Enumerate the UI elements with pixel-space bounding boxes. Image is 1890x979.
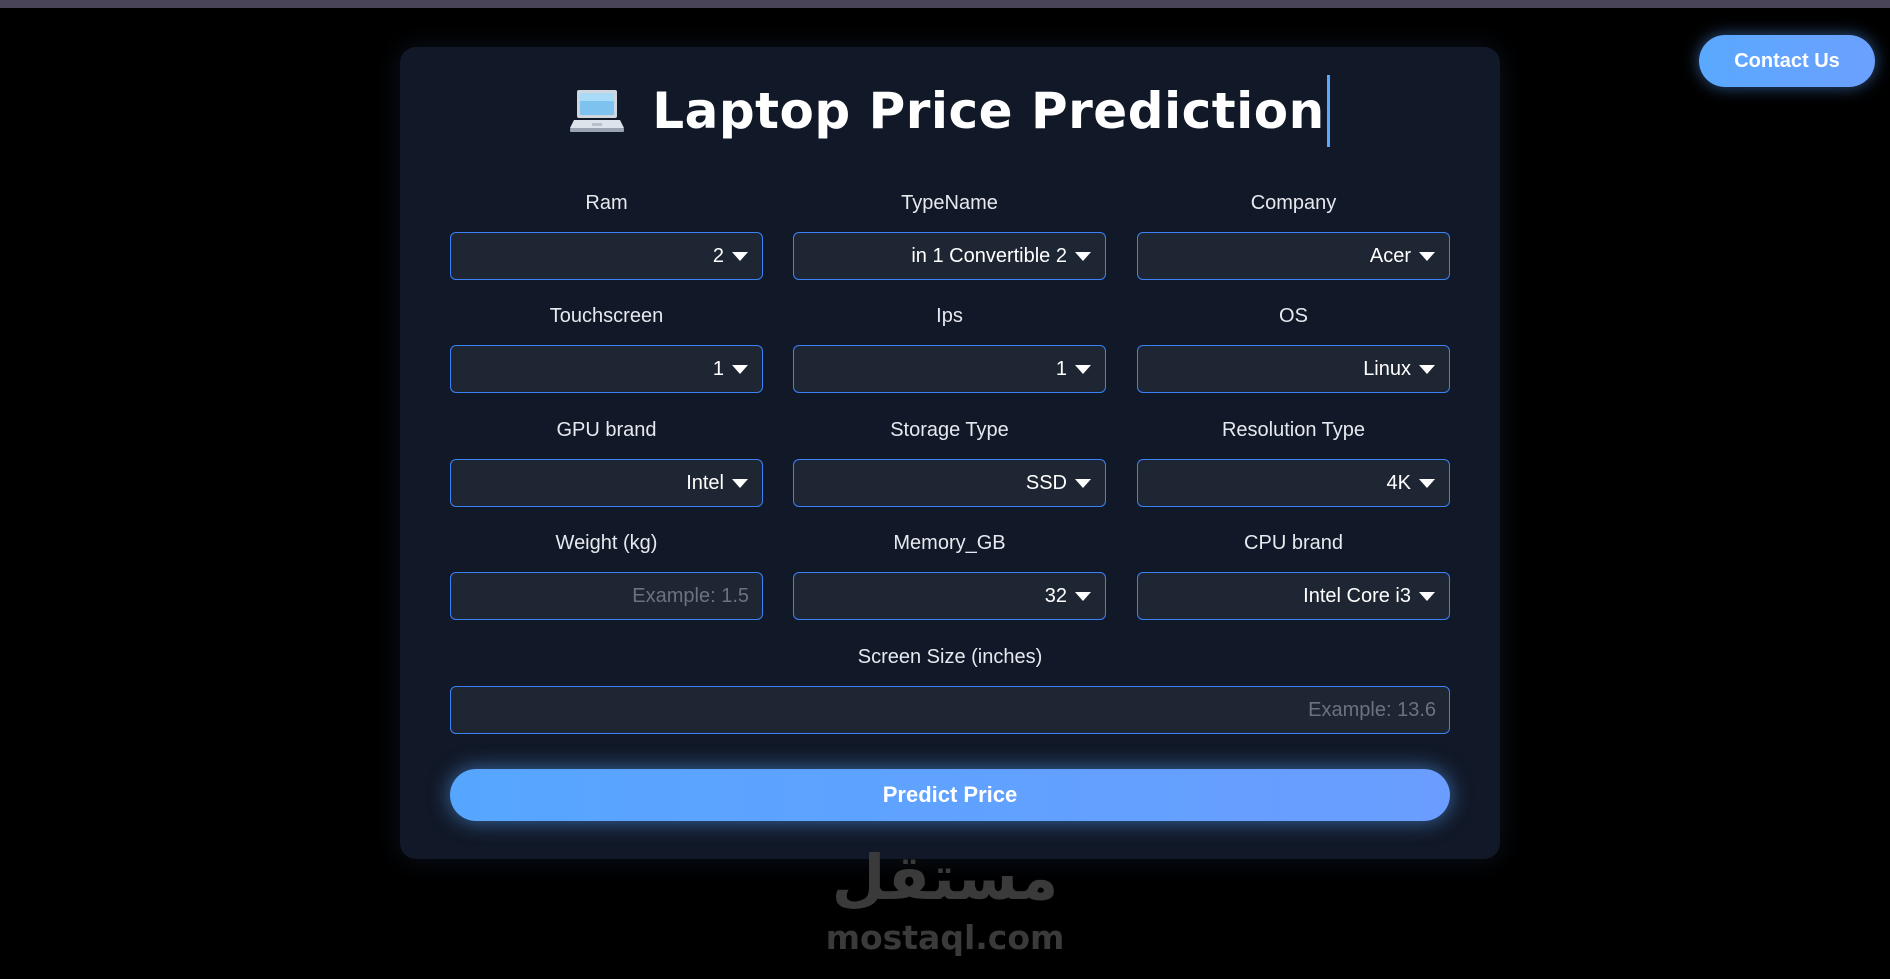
resolution-type-select[interactable]: 4K [1137, 459, 1450, 507]
field-touchscreen: Touchscreen 1 [450, 303, 763, 393]
dropdown-arrow-icon [732, 364, 748, 374]
select-value: 2 [712, 244, 724, 267]
select-value: SSD [1025, 471, 1067, 494]
select-value: 32 [1044, 584, 1067, 607]
dropdown-arrow-icon [1075, 591, 1091, 601]
dropdown-arrow-icon [732, 478, 748, 488]
select-value: 4K [1386, 471, 1411, 494]
field-cpu-brand: CPU brand Intel Core i3 [1137, 530, 1450, 620]
dropdown-arrow-icon [1419, 364, 1435, 374]
predict-price-button[interactable]: Predict Price [450, 769, 1450, 821]
weight-input[interactable] [450, 572, 763, 620]
field-company: Company Acer [1137, 190, 1450, 280]
field-label: Screen Size (inches) [857, 646, 1043, 668]
os-select[interactable]: Linux [1137, 345, 1450, 393]
select-value: 1 [712, 357, 724, 380]
dropdown-arrow-icon [1075, 251, 1091, 261]
dropdown-arrow-icon [732, 251, 748, 261]
field-resolution-type: Resolution Type 4K [1137, 417, 1450, 507]
field-label: CPU brand [1244, 532, 1343, 554]
select-value: in 1 Convertible 2 [911, 244, 1067, 267]
ram-select[interactable]: 2 [450, 232, 763, 280]
gpu-brand-select[interactable]: Intel [450, 459, 763, 507]
field-ips: Ips 1 [793, 303, 1106, 393]
dropdown-arrow-icon [1075, 364, 1091, 374]
mostaql-watermark: مستقل mostaql.com [800, 838, 1090, 968]
cpu-brand-select[interactable]: Intel Core i3 [1137, 572, 1450, 620]
select-value: Intel Core i3 [1303, 584, 1411, 607]
field-label: Weight (kg) [555, 532, 658, 554]
screen-size-input[interactable] [450, 686, 1450, 734]
field-label: Ram [585, 192, 628, 214]
field-label: Touchscreen [549, 305, 664, 327]
select-value: Acer [1369, 244, 1411, 267]
field-memory-gb: Memory_GB 32 [793, 530, 1106, 620]
field-label: Storage Type [890, 419, 1009, 441]
select-value: Linux [1363, 357, 1411, 380]
dropdown-arrow-icon [1419, 591, 1435, 601]
field-storage-type: Storage Type SSD [793, 417, 1106, 507]
field-typename: TypeName in 1 Convertible 2 [793, 190, 1106, 280]
touchscreen-select[interactable]: 1 [450, 345, 763, 393]
field-os: OS Linux [1137, 303, 1450, 393]
field-weight: Weight (kg) [450, 530, 763, 620]
text-cursor [1326, 75, 1330, 147]
company-select[interactable]: Acer [1137, 232, 1450, 280]
storage-type-select[interactable]: SSD [793, 459, 1106, 507]
field-screen-size: Screen Size (inches) [450, 644, 1450, 734]
field-label: Resolution Type [1221, 419, 1366, 441]
contact-us-button[interactable]: Contact Us [1699, 35, 1875, 87]
field-label: TypeName [901, 192, 998, 214]
memory-gb-select[interactable]: 32 [793, 572, 1106, 620]
field-gpu-brand: GPU brand Intel [450, 417, 763, 507]
select-value: Intel [686, 471, 724, 494]
typename-select[interactable]: in 1 Convertible 2 [793, 232, 1106, 280]
page-title: Laptop Price Prediction [400, 75, 1500, 147]
field-label: Memory_GB [893, 532, 1006, 554]
field-label: Ips [936, 305, 963, 327]
watermark-arabic: مستقل [831, 841, 1059, 914]
field-label: OS [1279, 305, 1308, 327]
page-title-text: Laptop Price Prediction [652, 82, 1325, 140]
laptop-icon [570, 88, 625, 134]
dropdown-arrow-icon [1419, 478, 1435, 488]
prediction-form-card: Laptop Price Prediction Ram 2 TypeName i… [400, 47, 1500, 859]
watermark-latin: mostaql.com [825, 918, 1065, 957]
browser-top-bar [0, 0, 1890, 8]
ips-select[interactable]: 1 [793, 345, 1106, 393]
field-ram: Ram 2 [450, 190, 763, 280]
dropdown-arrow-icon [1075, 478, 1091, 488]
dropdown-arrow-icon [1419, 251, 1435, 261]
field-label: Company [1250, 192, 1337, 214]
select-value: 1 [1055, 357, 1067, 380]
field-label: GPU brand [556, 419, 657, 441]
